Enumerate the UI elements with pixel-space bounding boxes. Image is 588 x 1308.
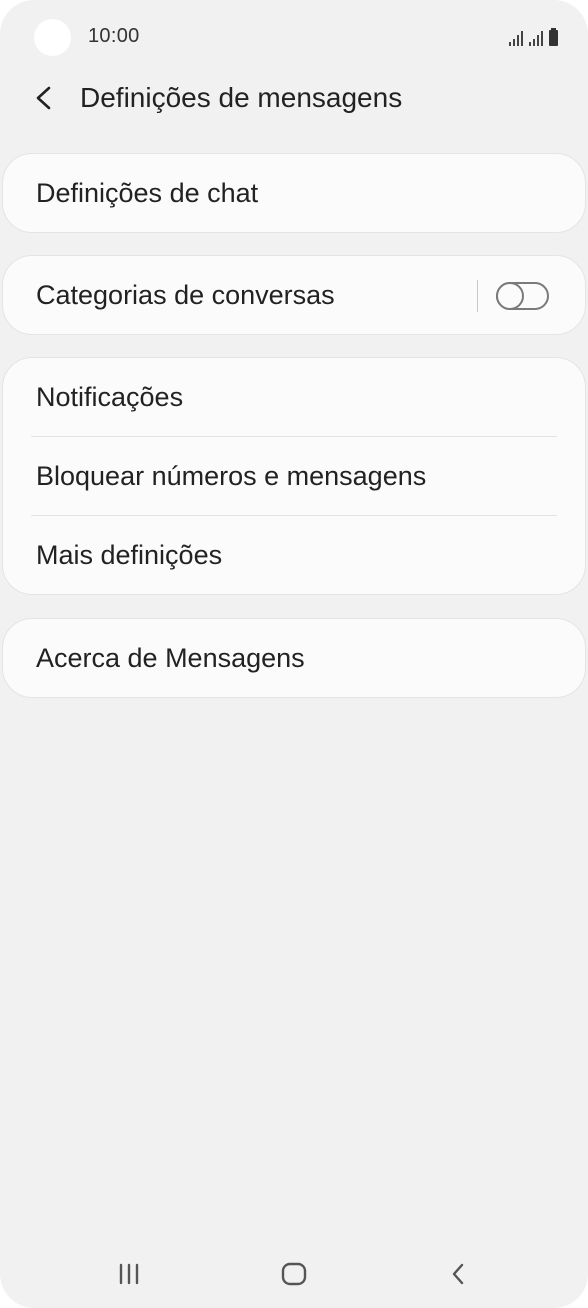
conversation-categories-card: Categorias de conversas (2, 255, 586, 335)
status-icons (509, 26, 558, 46)
notifications-label: Notificações (36, 381, 184, 412)
battery-icon (549, 28, 558, 46)
chat-settings-item[interactable]: Definições de chat (3, 154, 585, 232)
toggle-knob (496, 282, 524, 310)
conversation-categories-item[interactable]: Categorias de conversas (3, 256, 585, 334)
back-icon (452, 1263, 464, 1285)
home-button[interactable] (264, 1252, 324, 1296)
chat-settings-card: Definições de chat (2, 153, 586, 233)
status-bar: 10:00 (0, 0, 588, 72)
phone-screen: 10:00 Definições de mensagens Definições… (0, 0, 588, 1308)
conversation-categories-toggle[interactable] (496, 282, 549, 310)
signal-icon (509, 30, 523, 46)
signal-icon (529, 30, 543, 46)
recent-apps-button[interactable] (99, 1252, 159, 1296)
toggle-divider (477, 280, 478, 312)
conversation-categories-label: Categorias de conversas (36, 279, 335, 310)
navigation-bar (0, 1240, 588, 1308)
block-numbers-item[interactable]: Bloquear números e mensagens (3, 437, 585, 515)
about-messages-item[interactable]: Acerca de Mensagens (3, 619, 585, 697)
more-settings-label: Mais definições (36, 539, 223, 570)
camera-cutout (34, 19, 71, 56)
chevron-left-icon (36, 86, 51, 110)
about-card: Acerca de Mensagens (2, 618, 586, 698)
block-numbers-label: Bloquear números e mensagens (36, 460, 427, 491)
home-icon (281, 1262, 307, 1286)
notifications-item[interactable]: Notificações (3, 358, 585, 436)
nav-back-button[interactable] (428, 1252, 488, 1296)
back-button[interactable] (26, 80, 62, 116)
page-title: Definições de mensagens (80, 82, 403, 113)
more-settings-item[interactable]: Mais definições (3, 516, 585, 594)
status-time: 10:00 (88, 25, 140, 47)
settings-group-card: Notificações Bloquear números e mensagen… (2, 357, 586, 595)
recent-apps-icon (119, 1263, 139, 1285)
about-messages-label: Acerca de Mensagens (36, 642, 305, 673)
app-header: Definições de mensagens (0, 72, 588, 124)
chat-settings-label: Definições de chat (36, 177, 259, 208)
